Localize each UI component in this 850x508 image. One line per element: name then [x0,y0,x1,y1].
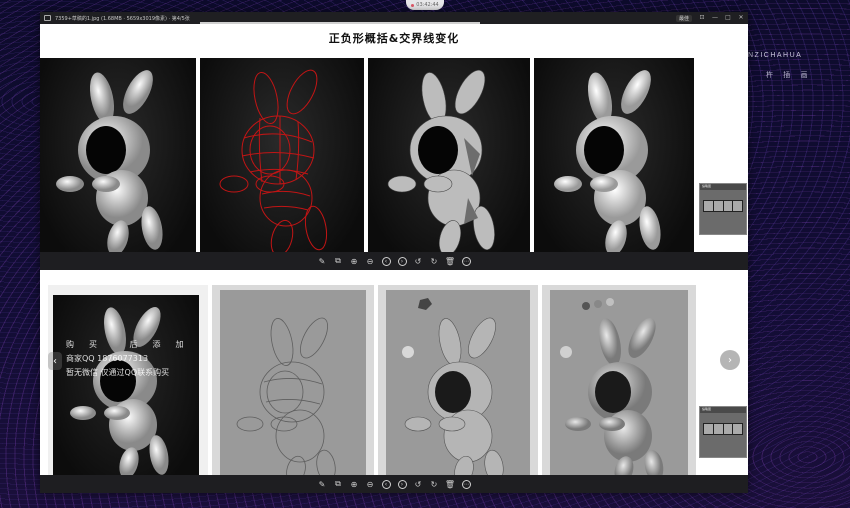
upper-toolbar: ✎ ⧉ ⊕ ⊖ ‹ › ↺ ↻ 🗑 ⋯ [40,252,748,270]
next-image-button[interactable]: › [720,350,740,370]
thumbnail-strip[interactable] [703,423,743,435]
thumbnail-popup-title: 缩略图 [700,184,746,190]
image-heading: 正负形概括&交界线变化 [328,32,460,45]
thumbnail-popup-lower[interactable]: 缩略图 [699,406,747,458]
delete-icon[interactable]: 🗑 [445,480,455,489]
pin-button[interactable]: 最佳 [675,14,692,22]
watermark-line-3: 暂无微信 仅通过QQ联系购买 [66,368,170,377]
card-line-sketch [212,285,374,487]
card-value-sketch [378,285,538,487]
image-load-strip [200,22,480,24]
seller-watermark: 购买 后添加 商家QQ 1876077313 暂无微信 仅通过QQ联系购买 [66,338,206,380]
card-render [48,285,208,487]
astronaut-bunny-planes [387,69,495,256]
panel-red-wireframe [200,58,364,264]
zoom-in-icon[interactable]: ⊕ [350,257,359,266]
panel-final-render [534,58,694,264]
brand-name: NZICHAHUA [748,52,803,59]
fullscreen-icon[interactable]: ⊡ [699,15,705,21]
recording-time: 03:42:44 [416,2,439,8]
panel-shaded-render [40,58,196,264]
astronaut-bunny-linework [236,317,336,485]
next-icon[interactable]: › [397,256,407,266]
brand-subtitle: 杵 插 画 [766,71,812,79]
thumbnail-popup-title: 缩略图 [700,407,746,413]
rotate-right-icon[interactable]: ↻ [430,480,439,489]
rotate-right-icon[interactable]: ↻ [430,257,439,266]
zoom-in-icon[interactable]: ⊕ [350,480,359,489]
chevron-left-icon: ‹ [53,355,57,367]
zoom-out-icon[interactable]: ⊖ [366,480,375,489]
watermark-line-2: 商家QQ 1876077313 [66,354,149,363]
more-icon[interactable]: ⋯ [461,256,471,266]
recording-indicator: 03:42:44 [406,0,444,10]
astronaut-bunny-softshade [560,298,664,484]
record-dot-icon [411,3,415,7]
astronaut-bunny-values [402,298,504,485]
rotate-left-icon[interactable]: ↺ [414,257,423,266]
zoom-out-icon[interactable]: ⊖ [366,257,375,266]
minimize-button[interactable]: — [712,15,718,21]
card-shaded-sketch [542,285,696,487]
prev-image-button[interactable]: ‹ [48,352,62,370]
app-icon [44,15,51,21]
crop-icon[interactable]: ⧉ [334,479,343,489]
astronaut-bunny-card [70,307,169,479]
watermark-line-1: 购买 后添加 [66,340,199,349]
rotate-left-icon[interactable]: ↺ [414,480,423,489]
prev-icon[interactable]: ‹ [381,256,391,266]
next-icon[interactable]: › [397,479,407,489]
panel-plane-break [368,58,530,264]
more-icon[interactable]: ⋯ [461,479,471,489]
thumbnail-popup-upper[interactable]: 缩略图 [699,183,747,235]
maximize-button[interactable]: □ [725,15,731,21]
image-viewer-window: 7359+草稿的1.jpg (1.68MB · 5659x3019像素) · 第… [40,12,748,493]
astronaut-bunny-shaded [56,70,163,256]
window-title: 7359+草稿的1.jpg (1.68MB · 5659x3019像素) · 第… [55,15,190,22]
delete-icon[interactable]: 🗑 [445,257,455,266]
lower-toolbar: ✎ ⧉ ⊕ ⊖ ‹ › ↺ ↻ 🗑 ⋯ [40,475,748,493]
astronaut-bunny-wireframe [219,69,328,257]
thumbnail-strip[interactable] [703,200,743,212]
close-button[interactable]: ✕ [738,15,744,21]
edit-icon[interactable]: ✎ [318,480,327,489]
prev-icon[interactable]: ‹ [381,479,391,489]
edit-icon[interactable]: ✎ [318,257,327,266]
chevron-right-icon: › [728,354,732,366]
astronaut-bunny-final [554,70,661,256]
crop-icon[interactable]: ⧉ [334,256,343,266]
lower-image [40,282,748,487]
